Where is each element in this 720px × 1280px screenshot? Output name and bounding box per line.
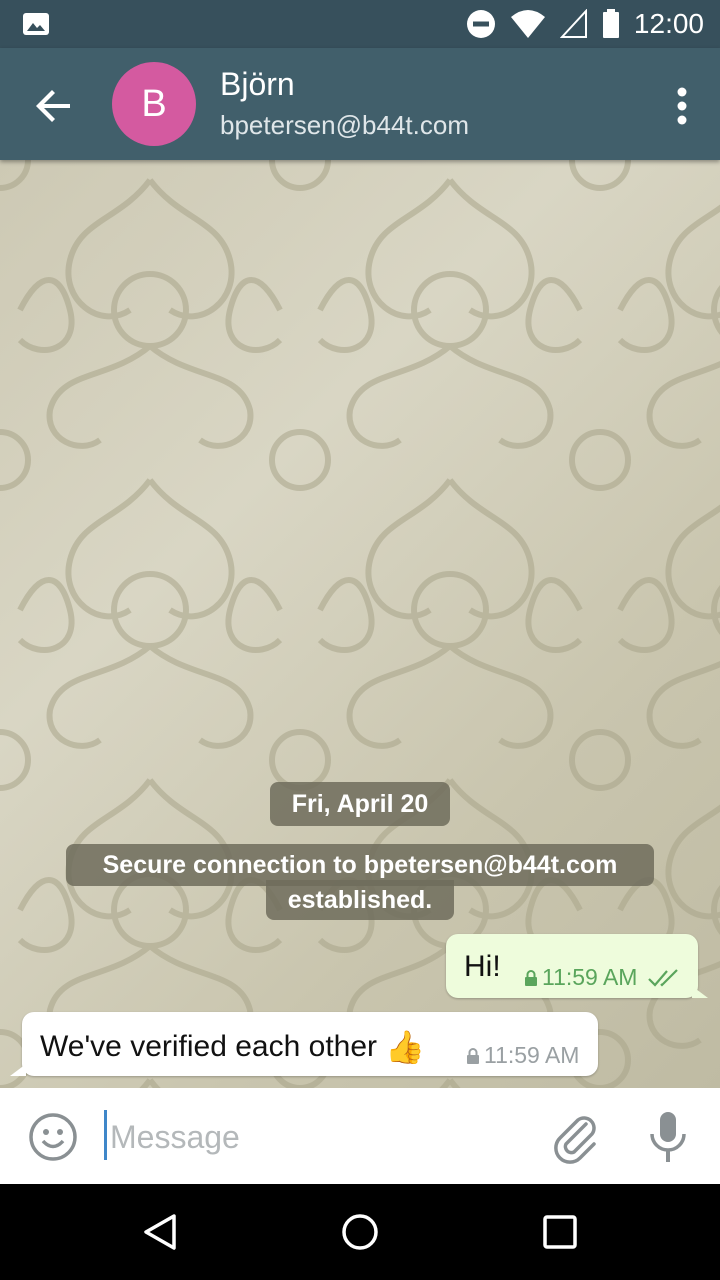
status-bar: 12:00 (0, 0, 720, 48)
text-cursor (104, 1110, 107, 1160)
date-separator: Fri, April 20 (270, 782, 450, 826)
more-vert-icon[interactable] (676, 86, 688, 126)
arrow-back-icon[interactable] (30, 82, 78, 130)
signal-icon (559, 9, 587, 38)
lock-icon (525, 969, 537, 986)
image-notification-icon (23, 13, 49, 35)
message-content: We've verified each other 👍 (40, 1028, 425, 1066)
paperclip-icon[interactable] (548, 1110, 602, 1164)
contact-name[interactable]: Björn (220, 66, 295, 103)
message-meta: 11:59 AM (524, 964, 683, 991)
system-nav-bar (0, 1184, 720, 1280)
message-text: Hi! (464, 950, 501, 983)
system-message-text-2: established. (287, 885, 433, 914)
message-time: 11:59 AM (484, 1042, 580, 1068)
chat-area: Fri, April 20 Secure connection to bpete… (0, 160, 720, 1088)
contact-email[interactable]: bpetersen@b44t.com (220, 110, 469, 141)
message-meta: 11:59 AM (466, 1042, 579, 1069)
date-label: Fri, April 20 (291, 789, 429, 818)
status-icons: 12:00 (466, 0, 704, 48)
do-not-disturb-icon (466, 10, 495, 38)
status-time: 12:00 (633, 8, 704, 39)
avatar[interactable]: B (112, 62, 196, 146)
thumbs-up-emoji: 👍 (385, 1029, 425, 1065)
nav-home-icon[interactable] (340, 1212, 380, 1252)
chat-toolbar: B Björn bpetersen@b44t.com (0, 48, 720, 160)
message-input[interactable] (108, 1110, 532, 1164)
lock-icon (467, 1047, 479, 1064)
outgoing-message[interactable]: Hi! 11:59 AM (446, 934, 698, 998)
system-message-text-1: Secure connection to bpetersen@b44t.com (102, 850, 618, 879)
system-message-line2: established. (266, 880, 454, 920)
nav-back-icon[interactable] (140, 1212, 180, 1252)
wifi-icon (510, 10, 545, 38)
incoming-message[interactable]: We've verified each other 👍 11:59 AM (22, 1012, 598, 1076)
message-composer (0, 1088, 720, 1184)
nav-recents-icon[interactable] (540, 1212, 580, 1252)
avatar-letter: B (141, 82, 167, 125)
message-time: 11:59 AM (542, 964, 638, 990)
bubble-tail (10, 1064, 26, 1076)
microphone-icon[interactable] (646, 1110, 690, 1164)
battery-icon (602, 9, 619, 38)
emoji-icon[interactable] (28, 1112, 78, 1162)
bubble-tail (692, 986, 708, 998)
double-check-icon (648, 968, 679, 987)
message-text: We've verified each other (40, 1030, 378, 1063)
